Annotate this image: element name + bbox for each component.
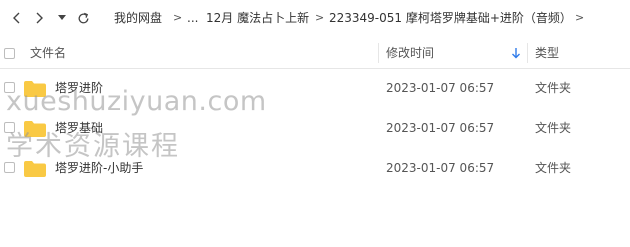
file-type: 文件夹 [535,161,572,175]
column-divider[interactable] [378,43,379,63]
column-divider[interactable] [527,43,528,63]
file-row[interactable]: 塔罗进阶-小助手 2023-01-07 06:57 文件夹 [0,148,630,188]
folder-icon [24,121,46,137]
folder-icon [24,161,46,177]
forward-button[interactable] [30,7,48,29]
row-checkbox[interactable] [4,82,15,93]
file-type: 文件夹 [535,81,572,95]
file-modified-time: 2023-01-07 06:57 [386,161,495,175]
column-header-name[interactable]: 文件名 [30,38,66,68]
breadcrumb-separator: > [315,11,325,24]
file-type: 文件夹 [535,121,572,135]
file-name[interactable]: 塔罗基础 [55,108,103,148]
breadcrumb-separator: > [575,11,585,24]
history-dropdown-button[interactable] [56,7,68,29]
column-header-type[interactable]: 类型 [535,38,559,68]
file-modified-time: 2023-01-07 06:57 [386,81,495,95]
folder-icon [24,81,46,97]
chevron-left-icon [13,12,20,24]
row-checkbox[interactable] [4,122,15,133]
refresh-button[interactable] [74,7,92,29]
breadcrumb-current[interactable]: 223349-051 摩柯塔罗牌基础+进阶（音频） [329,9,572,27]
select-all-checkbox[interactable] [4,48,15,59]
breadcrumb-folder[interactable]: 12月 魔法占卜上新 [206,9,309,27]
back-button[interactable] [8,7,26,29]
breadcrumb-separator: > [173,11,183,24]
file-row[interactable]: 塔罗基础 2023-01-07 06:57 文件夹 [0,108,630,148]
row-checkbox[interactable] [4,162,15,173]
breadcrumb-ellipsis[interactable]: ... [187,9,198,27]
refresh-icon [78,12,88,23]
file-name[interactable]: 塔罗进阶 [55,68,103,108]
file-list-header: 文件名 修改时间 类型 [0,38,630,69]
file-modified-time: 2023-01-07 06:57 [386,121,495,135]
sort-descending-icon[interactable] [511,47,521,59]
file-row[interactable]: 塔罗进阶 2023-01-07 06:57 文件夹 [0,68,630,108]
breadcrumb-root[interactable]: 我的网盘 [114,9,162,27]
caret-down-icon [58,15,66,20]
chevron-right-icon [36,12,43,24]
navigation-bar: 我的网盘 > ... 12月 魔法占卜上新 > 223349-051 摩柯塔罗牌… [0,0,630,36]
column-header-modified[interactable]: 修改时间 [386,38,434,68]
file-name[interactable]: 塔罗进阶-小助手 [55,148,143,188]
